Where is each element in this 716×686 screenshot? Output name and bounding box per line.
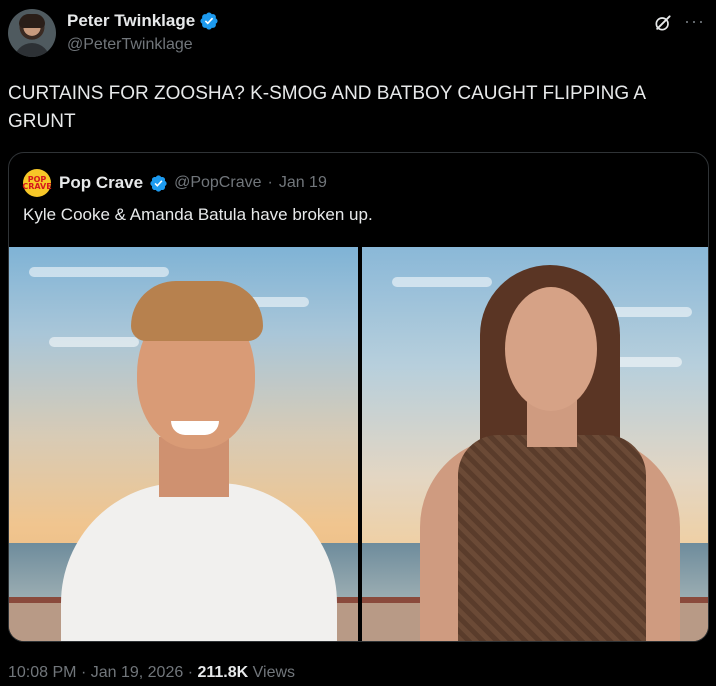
quoted-author-display-name: Pop Crave [59, 173, 144, 192]
verified-badge-icon [150, 174, 167, 192]
verified-badge-icon [200, 12, 218, 30]
quoted-tweet-text: Kyle Cooke & Amanda Batula have broken u… [23, 205, 373, 224]
author-avatar[interactable] [8, 9, 56, 57]
grok-icon[interactable] [653, 13, 673, 33]
meta-separator: · [187, 664, 194, 681]
photo-man-portrait[interactable] [9, 247, 358, 641]
more-icon[interactable]: ··· [684, 11, 705, 31]
quoted-author-avatar-text: POP CRAVE [22, 175, 52, 191]
author-display-name[interactable]: Peter Twinklage [67, 11, 195, 31]
author-name-row: Peter Twinklage [67, 11, 219, 31]
quoted-tweet-date: Jan 19 [278, 174, 327, 191]
tweet-date[interactable]: Jan 19, 2026 [91, 664, 184, 681]
author-handle[interactable]: @PeterTwinklage [67, 36, 193, 54]
photo-woman-portrait[interactable] [361, 247, 708, 641]
quoted-separator: · [267, 174, 273, 191]
views-label: Views [252, 664, 296, 681]
quoted-media-grid [9, 247, 708, 641]
tweet-time[interactable]: 10:08 PM [8, 664, 76, 681]
meta-separator: · [80, 664, 87, 681]
quoted-author-handle: @PopCrave [174, 174, 262, 191]
tweet-text: CURTAINS FOR ZOOSHA? K-SMOG AND BATBOY C… [8, 83, 645, 132]
quoted-tweet[interactable]: POP CRAVE Pop Crave @PopCrave · Jan 19 K… [8, 152, 709, 642]
views-count[interactable]: 211.8K [197, 664, 248, 681]
quoted-tweet-header: POP CRAVE Pop Crave @PopCrave · Jan 19 [22, 169, 327, 197]
tweet-metadata: 10:08 PM · Jan 19, 2026 · 211.8K Views [8, 664, 295, 682]
quoted-author-avatar: POP CRAVE [22, 169, 52, 197]
tweet-header: Peter Twinklage @PeterTwinklage ··· [8, 9, 708, 61]
